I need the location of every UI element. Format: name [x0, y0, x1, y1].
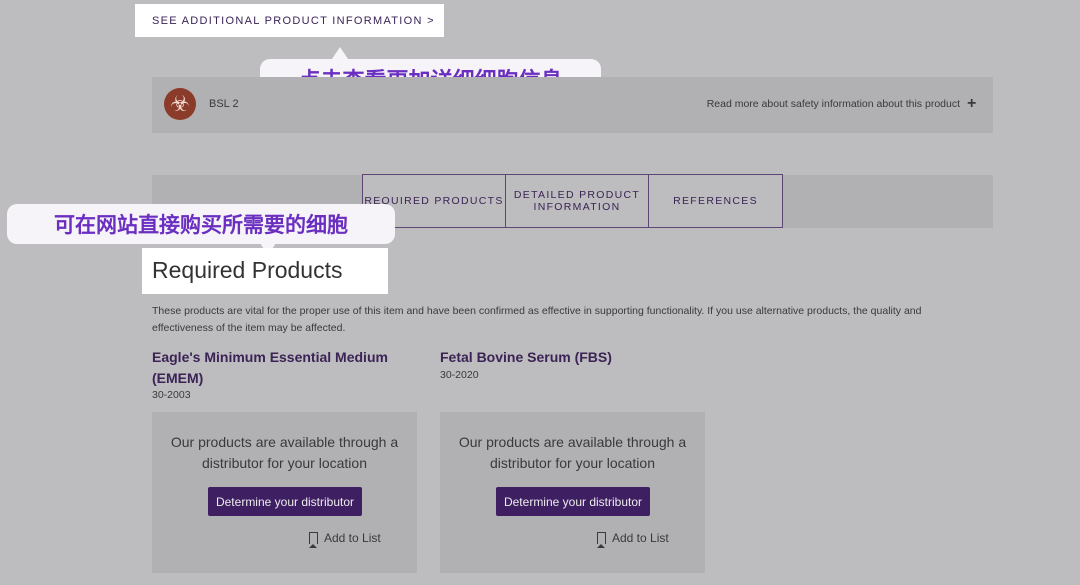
product-purchase-card: Our products are available through a dis… [152, 412, 417, 573]
availability-text: Our products are available through a dis… [458, 434, 687, 471]
product-name-link[interactable]: Eagle's Minimum Essential Medium (EMEM) [152, 347, 412, 389]
tab-detailed-product-information[interactable]: DETAILED PRODUCT INFORMATION [505, 174, 649, 228]
tab-references[interactable]: REFERENCES [648, 174, 783, 228]
add-to-list-label: Add to List [324, 531, 381, 545]
product-sku: 30-2020 [440, 369, 479, 381]
add-to-list-button[interactable]: Add to List [309, 531, 381, 548]
expand-plus-icon[interactable]: + [967, 95, 976, 113]
add-to-list-button[interactable]: Add to List [597, 531, 669, 548]
section-description: These products are vital for the proper … [152, 305, 922, 334]
see-additional-info-link[interactable]: SEE ADDITIONAL PRODUCT INFORMATION > [135, 4, 444, 37]
callout-tail [332, 47, 348, 59]
section-title: Required Products [142, 248, 388, 294]
determine-distributor-button[interactable]: Determine your distributor [208, 487, 362, 516]
availability-text: Our products are available through a dis… [170, 434, 399, 471]
add-to-list-label: Add to List [612, 531, 669, 545]
bookmark-icon [597, 532, 606, 548]
biohazard-icon: ☣ [164, 88, 196, 120]
product-sku: 30-2003 [152, 389, 191, 401]
bookmark-icon [309, 532, 318, 548]
biosafety-level: BSL 2 [209, 98, 239, 110]
determine-distributor-button[interactable]: Determine your distributor [496, 487, 650, 516]
product-purchase-card: Our products are available through a dis… [440, 412, 705, 573]
safety-info-link[interactable]: Read more about safety information about… [707, 98, 960, 110]
annotation-callout-buy-cells: 可在网站直接购买所需要的细胞 [7, 204, 395, 244]
product-name-link[interactable]: Fetal Bovine Serum (FBS) [440, 347, 700, 368]
